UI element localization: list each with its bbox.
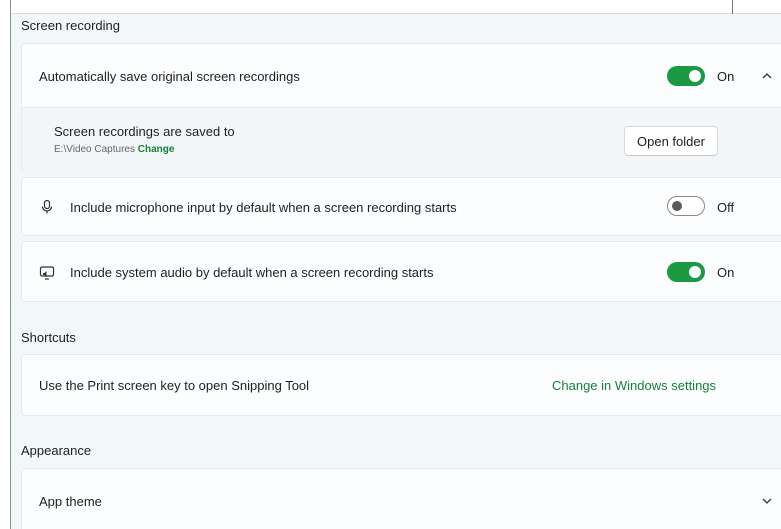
top-bar bbox=[11, 0, 781, 14]
settings-page: Screen recording Automatically save orig… bbox=[10, 0, 781, 529]
system-audio-row: Include system audio by default when a s… bbox=[21, 241, 781, 302]
microphone-row: Include microphone input by default when… bbox=[21, 177, 781, 236]
open-folder-button[interactable]: Open folder bbox=[624, 126, 718, 156]
microphone-icon bbox=[41, 199, 53, 214]
section-title-shortcuts: Shortcuts bbox=[21, 330, 76, 345]
save-location-path: E:\Video Captures Change bbox=[54, 144, 174, 155]
save-path-text: E:\Video Captures bbox=[54, 144, 135, 155]
app-theme-label: App theme bbox=[39, 494, 102, 509]
auto-save-toggle[interactable] bbox=[667, 66, 705, 86]
app-theme-row[interactable]: App theme bbox=[21, 468, 781, 529]
save-location-row: Screen recordings are saved to E:\Video … bbox=[22, 107, 781, 173]
section-title-appearance: Appearance bbox=[21, 443, 92, 458]
scrollbar-tick bbox=[732, 0, 733, 14]
auto-save-state: On bbox=[717, 69, 735, 84]
auto-save-row[interactable]: Automatically save original screen recor… bbox=[22, 44, 781, 107]
system-audio-label: Include system audio by default when a s… bbox=[70, 265, 434, 280]
chevron-down-icon[interactable] bbox=[761, 495, 773, 507]
top-divider bbox=[11, 13, 781, 14]
toggle-knob bbox=[689, 266, 701, 278]
toggle-knob bbox=[672, 201, 682, 211]
auto-save-card: Automatically save original screen recor… bbox=[21, 43, 781, 173]
microphone-label: Include microphone input by default when… bbox=[70, 200, 457, 215]
print-screen-label: Use the Print screen key to open Snippin… bbox=[39, 378, 310, 393]
system-audio-toggle[interactable] bbox=[667, 262, 705, 282]
microphone-state: Off bbox=[717, 200, 735, 215]
section-title-screen-recording: Screen recording bbox=[21, 18, 120, 33]
change-windows-settings-link[interactable]: Change in Windows settings bbox=[552, 378, 716, 393]
chevron-up-icon[interactable] bbox=[761, 70, 773, 82]
change-location-link[interactable]: Change bbox=[138, 144, 175, 155]
system-audio-state: On bbox=[717, 265, 735, 280]
save-location-label: Screen recordings are saved to bbox=[54, 124, 235, 139]
toggle-knob bbox=[689, 70, 701, 82]
print-screen-row: Use the Print screen key to open Snippin… bbox=[21, 354, 781, 416]
microphone-toggle[interactable] bbox=[667, 196, 705, 216]
auto-save-label: Automatically save original screen recor… bbox=[39, 69, 300, 84]
system-audio-icon bbox=[39, 266, 55, 280]
